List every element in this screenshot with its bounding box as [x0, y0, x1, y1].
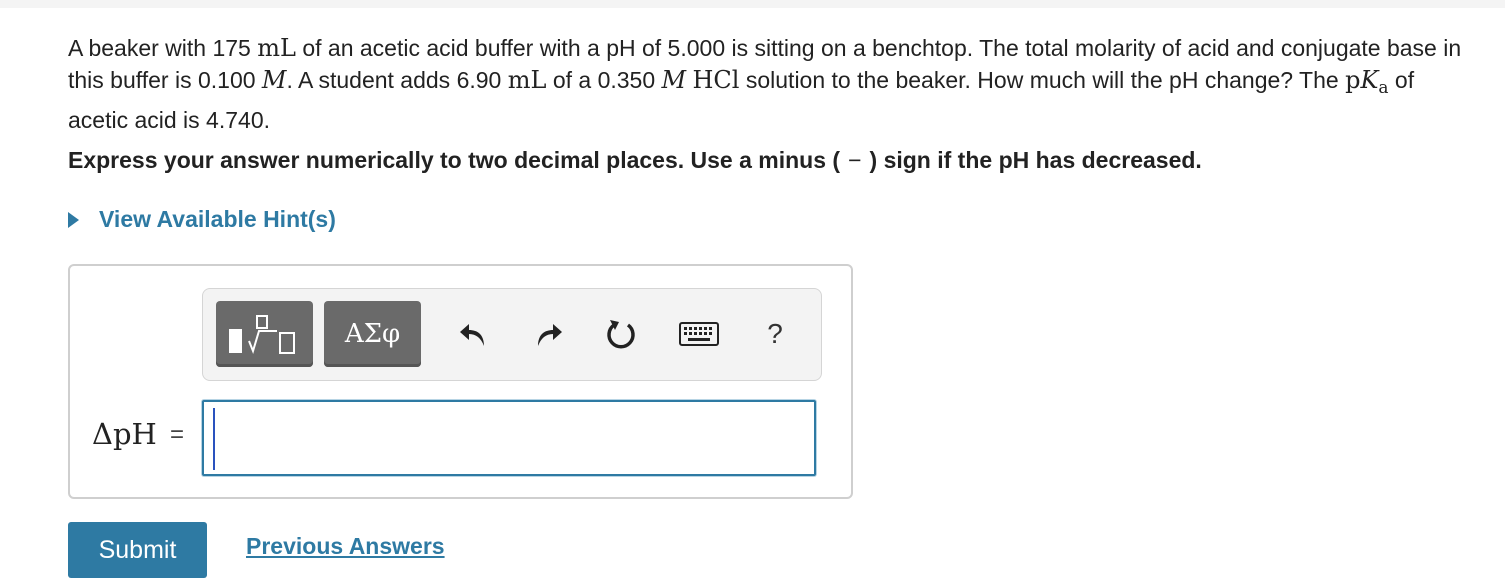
text-cursor — [213, 408, 215, 470]
question-text: A beaker with 175 mL of an acetic acid b… — [68, 34, 1462, 133]
undo-icon — [460, 324, 484, 346]
help-button[interactable]: ? — [755, 314, 795, 354]
answer-panel: ΑΣφ ? ΔpH = — [68, 264, 853, 499]
answer-input[interactable] — [202, 400, 816, 476]
submit-button[interactable]: Submit — [68, 522, 207, 578]
templates-button[interactable] — [216, 301, 313, 367]
greek-symbols-button[interactable]: ΑΣφ — [324, 301, 421, 367]
equals-sign: = — [170, 421, 185, 448]
view-hints-toggle[interactable]: View Available Hint(s) — [68, 206, 336, 233]
redo-button[interactable] — [529, 314, 569, 354]
reset-icon — [607, 320, 635, 349]
keyboard-button[interactable] — [679, 314, 719, 354]
redo-icon — [538, 324, 562, 346]
previous-answers-link[interactable]: Previous Answers — [246, 533, 445, 560]
top-bar — [0, 0, 1505, 8]
delta-ph-label: ΔpH — [92, 417, 157, 451]
answer-instruction: Express your answer numerically to two d… — [68, 147, 1202, 173]
math-toolbar: ΑΣφ ? — [202, 288, 822, 381]
caret-right-icon — [68, 211, 79, 228]
view-hints-label: View Available Hint(s) — [99, 206, 336, 232]
undo-button[interactable] — [453, 314, 493, 354]
reset-button[interactable] — [601, 314, 641, 354]
templates-icon — [228, 315, 295, 355]
keyboard-icon — [679, 322, 719, 346]
